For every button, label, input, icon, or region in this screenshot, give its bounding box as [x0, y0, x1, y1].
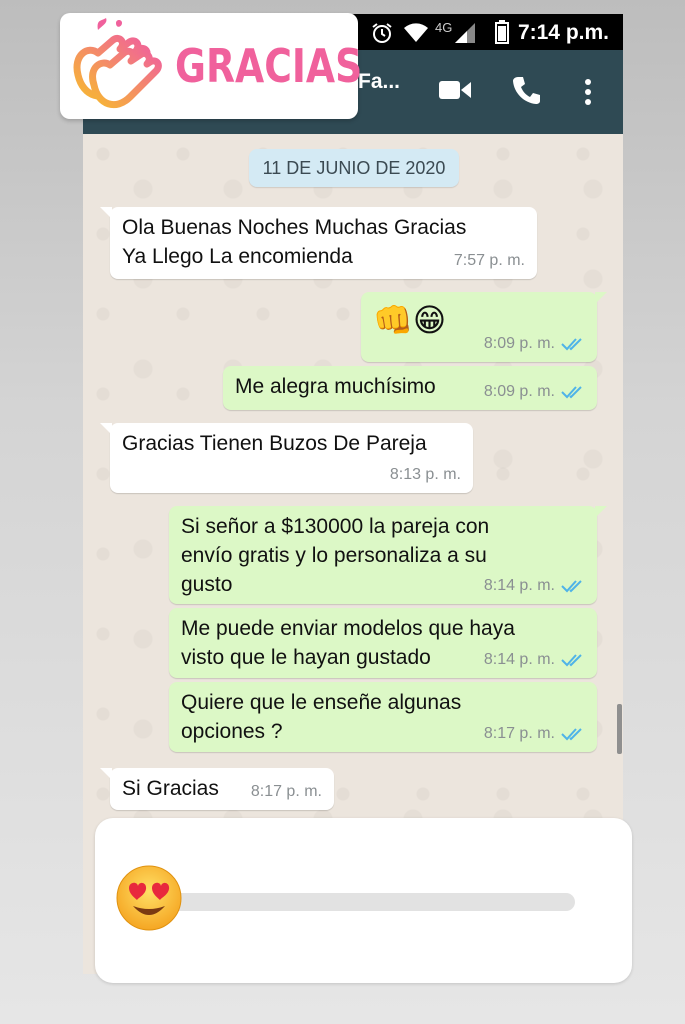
video-call-icon[interactable]	[438, 78, 472, 102]
signal-icon	[455, 23, 475, 43]
read-ticks-icon	[561, 653, 582, 666]
message-outgoing[interactable]: Me alegra muchísimo 8:09 p. m.	[223, 366, 597, 410]
alarm-icon	[372, 23, 392, 43]
message-time: 7:57 p. m.	[453, 252, 525, 269]
message-text-line: envío gratis y lo personaliza a su	[181, 544, 487, 567]
message-time: 8:17 p. m.	[483, 725, 555, 742]
message-incoming[interactable]: Ola Buenas Noches Muchas Gracias Ya Lleg…	[100, 207, 537, 279]
message-text-line: Gracias Tienen Buzos De Pareja	[122, 432, 427, 455]
clapping-hands-icon	[73, 18, 162, 109]
contact-name[interactable]: Fa...	[358, 70, 400, 94]
chat-scrollbar[interactable]	[617, 704, 622, 754]
network-type: 4G	[435, 20, 453, 35]
message-incoming[interactable]: Si Gracias 8:17 p. m.	[100, 768, 334, 810]
message-meta: 8:14 p. m.	[484, 571, 585, 600]
wifi-icon	[404, 23, 428, 42]
message-time: 8:14 p. m.	[483, 651, 555, 668]
message-meta: 7:57 p. m.	[454, 246, 525, 275]
more-options-icon[interactable]	[583, 78, 593, 106]
message-outgoing[interactable]: Quiere que le enseñe algunas opciones ? …	[169, 682, 597, 752]
message-text-line: Ola Buenas Noches Muchas Gracias	[122, 216, 467, 239]
message-time: 8:13 p. m.	[389, 466, 461, 483]
message-outgoing[interactable]: Me puede enviar modelos que haya visto q…	[169, 608, 597, 678]
heart-eyes-emoji-icon[interactable]	[115, 864, 183, 932]
message-meta: 8:17 p. m.	[484, 719, 585, 748]
emoji-slider-track[interactable]	[165, 893, 575, 911]
phone-call-icon[interactable]	[511, 74, 543, 106]
message-outgoing[interactable]: Si señor a $130000 la pareja con envío g…	[169, 506, 607, 604]
emoji-slider-panel	[95, 818, 632, 983]
message-time: 8:17 p. m.	[250, 783, 322, 800]
message-incoming[interactable]: Gracias Tienen Buzos De Pareja 8:13 p. m…	[100, 423, 473, 493]
message-meta: 8:17 p. m.	[251, 777, 322, 806]
message-time: 8:14 p. m.	[483, 577, 555, 594]
message-outgoing[interactable]: 👊😁 8:09 p. m.	[361, 292, 607, 362]
message-text-line: Si señor a $130000 la pareja con	[181, 515, 490, 538]
date-chip: 11 DE JUNIO DE 2020	[249, 149, 459, 187]
message-time: 8:09 p. m.	[483, 335, 555, 352]
message-time: 8:09 p. m.	[483, 383, 555, 400]
message-meta: 8:14 p. m.	[484, 645, 585, 674]
message-text-line: Quiere que le enseñe algunas	[181, 691, 462, 714]
message-meta: 8:09 p. m.	[484, 329, 585, 358]
message-meta: 8:09 p. m.	[484, 377, 585, 406]
status-time: 7:14 p.m.	[517, 21, 609, 44]
message-text-line: Me puede enviar modelos que haya	[181, 617, 515, 640]
read-ticks-icon	[561, 385, 582, 398]
battery-icon	[495, 20, 509, 44]
read-ticks-icon	[561, 727, 582, 740]
read-ticks-icon	[561, 337, 582, 350]
gracias-sticker-text: GRACIAS	[175, 39, 363, 93]
gracias-sticker: GRACIAS	[60, 13, 362, 119]
message-meta: 8:13 p. m.	[390, 460, 461, 489]
read-ticks-icon	[561, 579, 582, 592]
